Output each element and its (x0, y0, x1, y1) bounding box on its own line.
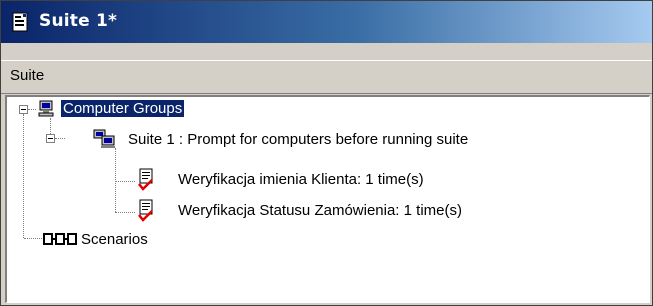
tree-node-test[interactable]: Weryfikacja imienia Klienta: 1 time(s) (178, 171, 424, 188)
tree-line (50, 118, 51, 134)
tree-line (115, 212, 135, 213)
computer-group-icon (93, 129, 115, 148)
title-bar[interactable]: Suite 1* (1, 1, 652, 43)
menu-bar: Suite (1, 60, 652, 94)
test-check-icon (138, 168, 153, 191)
suite-tree[interactable]: Computer Groups Suite 1 : Prompt for com… (5, 95, 650, 303)
tree-node-suite-group[interactable]: Suite 1 : Prompt for computers before ru… (128, 131, 468, 148)
tree-node-test[interactable]: Weryfikacja Statusu Zamówienia: 1 time(s… (178, 202, 462, 219)
suite-window: Suite 1* Suite Computer Groups Suite 1:… (0, 0, 653, 306)
tree-line (115, 148, 116, 212)
tree-node-computer-groups[interactable]: Computer Groups (59, 99, 186, 118)
titlebar-gap (1, 45, 652, 59)
tree-line (23, 114, 24, 238)
scenarios-icon (43, 233, 77, 245)
window-title: Suite 1* (39, 11, 118, 31)
menu-suite[interactable]: Suite (10, 67, 44, 84)
tree-line (28, 109, 36, 110)
collapse-toggle-group[interactable] (46, 134, 55, 143)
tree-line (24, 238, 42, 239)
collapse-toggle-root[interactable] (19, 105, 28, 114)
test-check-icon (138, 199, 153, 222)
computer-icon (38, 100, 54, 117)
tree-line (115, 181, 135, 182)
tree-node-scenarios[interactable]: Scenarios (81, 231, 148, 248)
document-icon (12, 12, 28, 32)
tree-line (55, 138, 65, 139)
